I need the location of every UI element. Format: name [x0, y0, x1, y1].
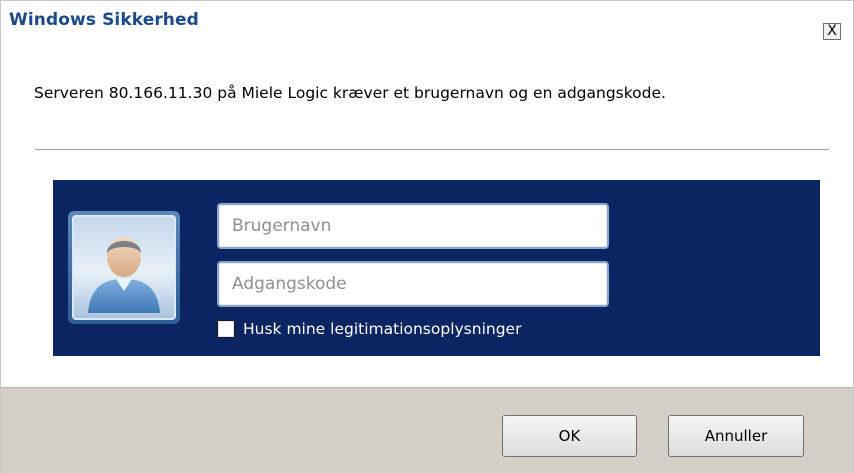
- remember-checkbox[interactable]: [217, 320, 235, 338]
- cancel-button[interactable]: Annuller: [668, 415, 804, 457]
- window-title: Windows Sikkerhed: [9, 10, 199, 30]
- server-message: Serveren 80.166.11.30 på Miele Logic kræ…: [34, 84, 666, 102]
- close-button[interactable]: X: [823, 23, 841, 40]
- remember-credentials[interactable]: Husk mine legitimationsoplysninger: [217, 318, 521, 340]
- credential-panel: Husk mine legitimationsoplysninger: [53, 180, 820, 356]
- divider: [35, 149, 829, 150]
- user-silhouette-icon: [88, 237, 160, 313]
- user-avatar-icon: [72, 215, 176, 320]
- password-field[interactable]: [217, 261, 609, 307]
- username-field[interactable]: [217, 203, 609, 249]
- avatar: [68, 211, 180, 324]
- button-bar: OK Annuller: [1, 387, 853, 473]
- remember-label[interactable]: Husk mine legitimationsoplysninger: [243, 320, 521, 338]
- title-bar: Windows Sikkerhed X: [1, 1, 853, 40]
- ok-button[interactable]: OK: [502, 415, 637, 457]
- security-dialog: Windows Sikkerhed X Serveren 80.166.11.3…: [0, 0, 854, 473]
- close-icon: X: [827, 23, 837, 39]
